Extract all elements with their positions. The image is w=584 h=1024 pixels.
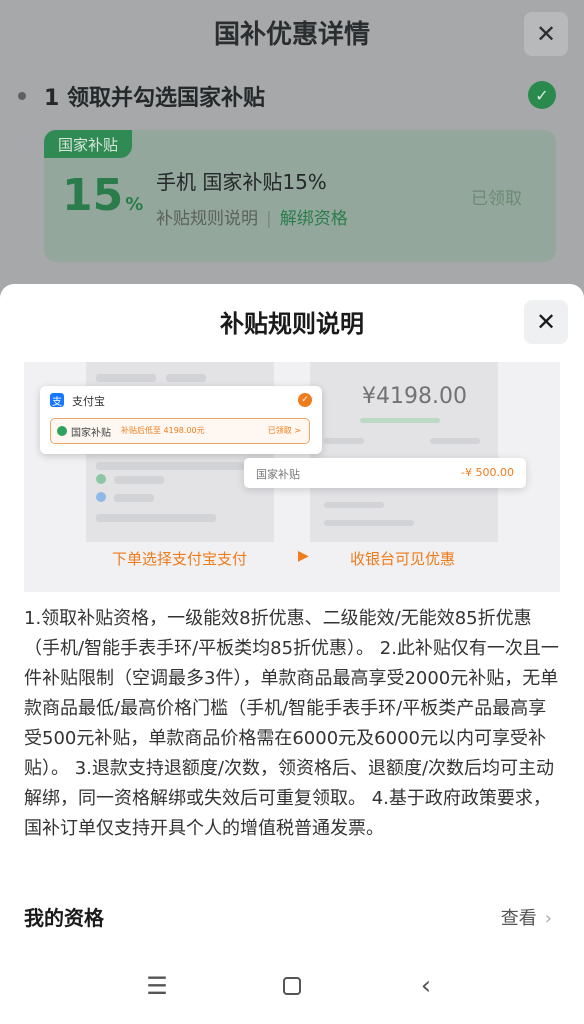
illustration-step-left: 下单选择支付宝支付 <box>112 550 248 568</box>
close-icon: ✕ <box>535 20 557 48</box>
pay-subsidy-desc: 补贴后低至 4198.00元 <box>121 426 205 435</box>
discount-card: 国家补贴 -¥ 500.00 <box>244 458 526 488</box>
pay-method-name: 支付宝 <box>72 395 105 408</box>
subsidy-tag: 国家补贴 <box>44 130 133 158</box>
rules-text: 1.领取补贴资格，一级能效8折优惠、二级能效/无能效85折优惠（手机/智能手表手… <box>24 608 559 839</box>
placeholder-row <box>96 374 156 382</box>
placeholder-row <box>114 476 164 484</box>
page-close-button[interactable]: ✕ <box>524 12 568 56</box>
view-qualification-link[interactable]: 查看 › <box>501 904 552 930</box>
rules-sheet: 补贴规则说明 ✕ ¥4198.00 支 支付宝 ✓ 国家补贴 补贴后低至 419… <box>0 284 584 1024</box>
discount-label: 国家补贴 <box>256 468 300 481</box>
sheet-title: 补贴规则说明 <box>220 310 364 338</box>
placeholder-row <box>96 462 246 470</box>
selected-check-icon: ✓ <box>298 393 312 407</box>
placeholder-row <box>114 494 154 502</box>
placeholder-row <box>96 514 216 522</box>
pay-method-card: 支 支付宝 ✓ 国家补贴 补贴后低至 4198.00元 已领取 > <box>40 386 322 454</box>
menu-icon[interactable]: ☰ <box>135 968 179 1004</box>
step-dot <box>18 92 26 100</box>
view-label: 查看 <box>500 908 537 929</box>
subsidy-name: 手机 国家补贴15% <box>156 170 327 194</box>
discount-value: -¥ 500.00 <box>461 466 514 479</box>
placeholder-row <box>166 374 206 382</box>
page-title: 国补优惠详情 <box>213 20 370 50</box>
arrow-right-icon: ▶ <box>298 548 309 564</box>
link-divider: | <box>266 209 272 229</box>
placeholder-row <box>324 520 414 526</box>
phone-mockup-right: ¥4198.00 <box>310 362 498 542</box>
rules-link[interactable]: 补贴规则说明 <box>156 209 258 229</box>
my-qualification-title: 我的资格 <box>24 906 104 930</box>
chevron-right-icon: › <box>544 908 552 929</box>
subsidy-percent-value: 15 <box>62 170 124 221</box>
placeholder-row <box>360 418 440 423</box>
placeholder-row <box>324 438 364 444</box>
subsidy-card[interactable]: 国家补贴 15% 手机 国家补贴15% 补贴规则说明 | 解绑资格 已领取 <box>44 130 556 262</box>
unbind-link[interactable]: 解绑资格 <box>280 209 348 229</box>
placeholder-row <box>430 438 480 444</box>
pay-subsidy-status: 已领取 > <box>267 426 301 435</box>
background-page: 国补优惠详情 ✕ 1 领取并勾选国家补贴 ✓ 国家补贴 15% 手机 国家补贴1… <box>0 0 584 300</box>
pay-subsidy-row: 国家补贴 补贴后低至 4198.00元 已领取 > <box>50 418 310 444</box>
subsidy-percent-unit: % <box>125 194 144 215</box>
illustration-step-right: 收银台可见优惠 <box>350 550 456 568</box>
subsidy-links: 补贴规则说明 | 解绑资格 <box>156 204 348 229</box>
subsidy-status: 已领取 <box>471 189 522 209</box>
back-icon[interactable]: ‹ <box>404 968 448 1004</box>
subsidy-dot-icon <box>57 426 67 436</box>
rules-illustration: ¥4198.00 支 支付宝 ✓ 国家补贴 补贴后低至 4198.00元 已领取… <box>24 362 560 592</box>
placeholder-dot <box>96 492 106 502</box>
sheet-close-button[interactable]: ✕ <box>524 300 568 344</box>
subsidy-percent: 15% <box>62 170 143 221</box>
placeholder-row <box>324 502 384 508</box>
system-nav-bar: ☰ ‹ <box>0 952 584 1024</box>
home-icon[interactable] <box>270 968 314 1004</box>
step-title: 1 领取并勾选国家补贴 <box>44 86 265 111</box>
alipay-icon: 支 <box>50 393 64 408</box>
pay-subsidy-label: 国家补贴 <box>71 428 111 439</box>
checkout-price: ¥4198.00 <box>362 384 467 409</box>
placeholder-dot <box>96 474 106 484</box>
close-icon: ✕ <box>535 308 557 336</box>
check-circle-icon: ✓ <box>528 81 556 109</box>
